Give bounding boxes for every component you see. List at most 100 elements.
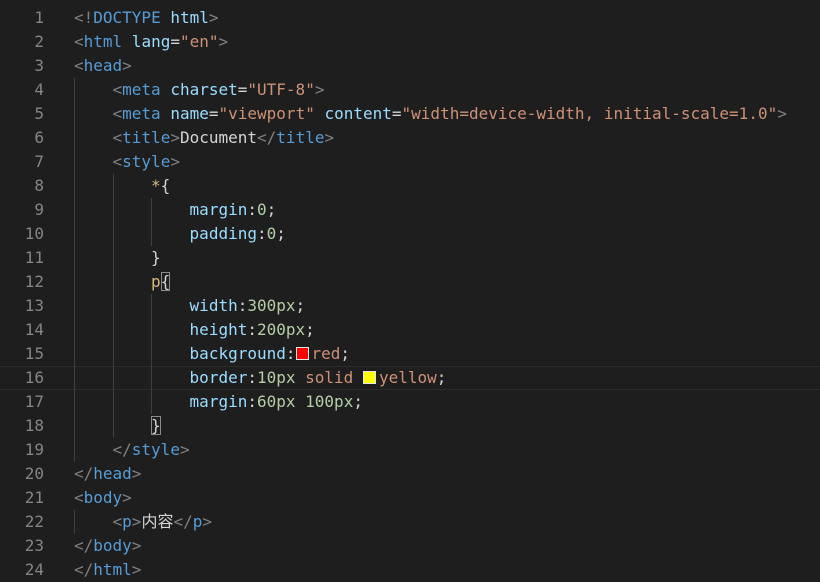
- code-token: }: [151, 416, 161, 435]
- code-line[interactable]: 16 border:10px solid yellow;: [0, 366, 820, 390]
- line-number: 20: [24, 464, 44, 483]
- line-number: 19: [24, 440, 44, 459]
- code-line[interactable]: 20 </head>: [0, 462, 820, 486]
- code-token: :: [247, 392, 257, 411]
- code-content: <html lang="en">: [74, 30, 228, 54]
- code-content: margin:0;: [190, 198, 277, 222]
- code-line[interactable]: 1 <!DOCTYPE html>: [0, 6, 820, 30]
- code-token: head: [93, 464, 132, 483]
- code-content: </head>: [74, 462, 141, 486]
- code-token: p: [122, 512, 132, 531]
- indent-guide: [74, 510, 75, 534]
- code-token: <!: [74, 8, 94, 27]
- code-token: ;: [305, 320, 315, 339]
- code-content: }: [151, 414, 161, 438]
- code-line[interactable]: 12 p{: [0, 270, 820, 294]
- code-token: >: [202, 512, 212, 531]
- code-token: 300px: [247, 296, 296, 315]
- code-token: =: [237, 80, 248, 99]
- code-token: name: [160, 104, 209, 123]
- code-token: >: [314, 80, 325, 99]
- line-number: 18: [24, 416, 44, 435]
- code-line[interactable]: 7 <style>: [0, 150, 820, 174]
- indent-guide: [151, 198, 153, 246]
- code-line[interactable]: 19 </style>: [0, 438, 820, 462]
- code-line[interactable]: 22 <p>内容</p>: [0, 510, 820, 534]
- code-token: content: [314, 104, 392, 123]
- line-number: 6: [34, 128, 44, 147]
- code-line[interactable]: 9 margin:0;: [0, 198, 820, 222]
- code-token: <: [112, 152, 123, 171]
- code-token: >: [131, 512, 142, 531]
- code-token: {: [160, 272, 171, 291]
- code-token: solid: [295, 368, 363, 387]
- code-token: =: [170, 32, 180, 51]
- code-line[interactable]: 6 <title>Document</title>: [0, 126, 820, 150]
- line-number: 15: [24, 344, 44, 363]
- code-line[interactable]: 5 <meta name="viewport" content="width=de…: [0, 102, 820, 126]
- code-token: border: [189, 368, 248, 387]
- code-token: width: [189, 296, 238, 315]
- code-line[interactable]: 15 background: red;: [0, 342, 820, 366]
- code-token: </: [74, 464, 94, 483]
- code-token: <: [112, 80, 123, 99]
- line-number: 11: [24, 248, 44, 267]
- line-number: 16: [24, 368, 44, 387]
- line-number: 21: [24, 488, 44, 507]
- code-token: yellow: [378, 368, 437, 387]
- code-token: margin: [189, 392, 248, 411]
- code-line[interactable]: 23 </body>: [0, 534, 820, 558]
- code-line[interactable]: 24 </html>: [0, 558, 820, 582]
- code-content: <title>Document</title>: [113, 126, 335, 150]
- code-token: title: [276, 128, 325, 147]
- indent-guide: [74, 78, 75, 462]
- code-token: >: [179, 440, 190, 459]
- code-token: 0: [266, 224, 277, 243]
- code-token: lang: [122, 32, 171, 51]
- code-token: {: [160, 176, 171, 195]
- code-content: *{: [151, 174, 170, 198]
- code-editor[interactable]: 1 <!DOCTYPE html> 2 <html lang="en"> 3 <head>…: [0, 0, 820, 579]
- code-token: red: [311, 344, 341, 363]
- line-number: 9: [34, 200, 44, 219]
- code-token: >: [131, 464, 142, 483]
- code-line[interactable]: 8 *{: [0, 174, 820, 198]
- code-token: meta: [122, 104, 161, 123]
- code-content: <meta charset="UTF-8">: [113, 78, 325, 102]
- code-token: ;: [276, 224, 286, 243]
- code-line[interactable]: 18}: [0, 414, 820, 438]
- code-token: head: [83, 56, 123, 75]
- code-token: 100px: [305, 392, 354, 411]
- line-number: 8: [34, 176, 44, 195]
- code-content: margin:60px 100px;: [190, 390, 363, 414]
- code-token: }: [151, 248, 161, 267]
- code-line[interactable]: 14 height:200px;: [0, 318, 820, 342]
- code-line[interactable]: 10 padding:0;: [0, 222, 820, 246]
- code-line[interactable]: 4 <meta charset="UTF-8">: [0, 78, 820, 102]
- color-swatch-icon[interactable]: [362, 371, 376, 384]
- color-swatch-icon[interactable]: [295, 347, 309, 360]
- code-token: html: [160, 8, 209, 27]
- line-number: 3: [34, 56, 44, 75]
- code-line[interactable]: 13 width:300px;: [0, 294, 820, 318]
- code-content: p{: [151, 270, 171, 294]
- code-token: <: [74, 56, 84, 75]
- code-token: >: [131, 536, 142, 555]
- indent-guide: [112, 174, 114, 438]
- code-line[interactable]: 11}: [0, 246, 820, 270]
- code-token: style: [122, 152, 171, 171]
- line-number: 22: [24, 512, 44, 531]
- code-token: </: [74, 560, 94, 579]
- code-token: p: [151, 272, 161, 291]
- code-line[interactable]: 17 margin:60px 100px;: [0, 390, 820, 414]
- line-number: 4: [34, 80, 44, 99]
- code-line[interactable]: 21 <body>: [0, 486, 820, 510]
- code-token: :: [256, 224, 267, 243]
- code-token: height: [189, 320, 248, 339]
- code-token: html: [93, 560, 132, 579]
- indent-guide: [151, 294, 153, 414]
- code-line[interactable]: 2 <html lang="en">: [0, 30, 820, 54]
- code-content: border:10px solid yellow;: [190, 366, 447, 390]
- code-line[interactable]: 3 <head>: [0, 54, 820, 78]
- code-token: body: [93, 536, 132, 555]
